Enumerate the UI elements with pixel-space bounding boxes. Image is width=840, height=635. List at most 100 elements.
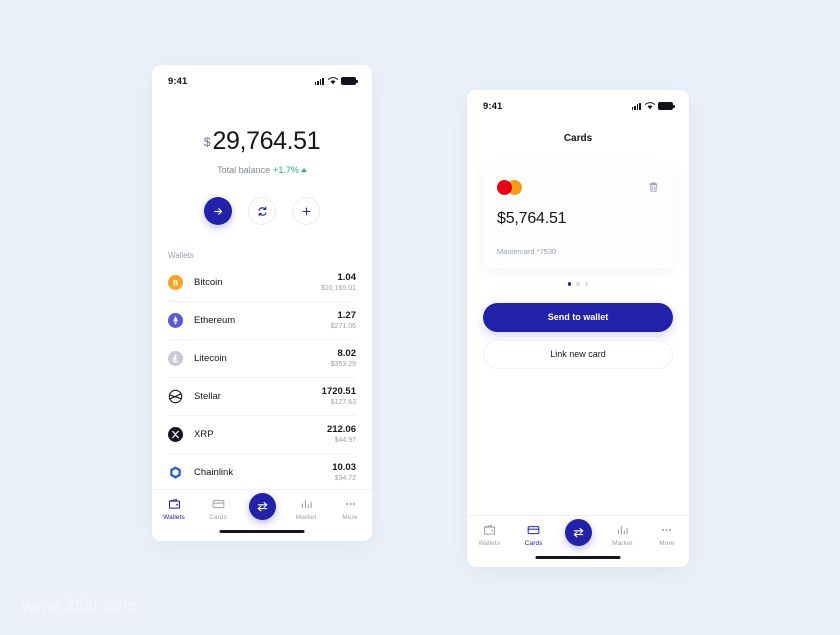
tab-label: Cards [209,514,227,521]
tab-exchange-fab[interactable] [240,493,284,520]
coin-usd-value: $10,165.01 [320,284,356,292]
tab-label: Market [295,514,317,521]
exchange-icon [248,493,276,520]
coin-values: 8.02 $353.29 [331,348,356,370]
wallet-row[interactable]: Stellar 1720.51 $127.63 [168,378,356,416]
tab-cards[interactable]: Cards [196,497,240,521]
coin-amount: 10.03 [332,461,356,473]
card-balance: $5,764.51 [497,210,567,227]
site-watermark: www.25xt.com [22,596,138,615]
wallet-row[interactable]: B Bitcoin 1.04 $10,165.01 [168,264,356,302]
wallet-row[interactable]: Ethereum 1.27 $271.06 [168,302,356,340]
tab-wallets[interactable]: Wallets [467,523,511,547]
exchange-icon [564,519,592,546]
total-balance-block: $ 29,764.51 Total balance +1.7% [152,91,372,176]
send-button[interactable] [204,197,232,225]
battery-full-icon [341,77,358,85]
tab-cards[interactable]: Cards [511,523,555,547]
arrow-right-icon [213,207,222,215]
tab-market[interactable]: Market [600,523,644,547]
coin-usd-value: $127.63 [330,398,356,406]
pagination-dot[interactable] [584,282,589,286]
wallets-section-label: Wallets [168,251,194,260]
currency-symbol: $ [203,135,211,149]
ellipsis-icon [344,497,357,510]
quick-actions [152,197,372,225]
exchange-button[interactable] [248,197,276,225]
litecoin-icon [168,351,183,366]
tab-more[interactable]: More [645,523,689,547]
plus-icon [302,207,310,215]
wallet-row[interactable]: XRP 212.06 $44.97 [168,416,356,454]
status-time: 9:41 [168,75,188,87]
pagination-dot[interactable] [567,282,572,286]
coin-name: Bitcoin [194,277,223,288]
mastercard-icon [497,180,522,195]
coin-amount: 8.02 [337,347,357,359]
wallet-icon [168,497,181,510]
wallet-icon [483,523,496,536]
coin-usd-value: $271.06 [330,322,356,330]
status-indicators [631,102,675,110]
home-indicator [535,555,621,559]
balance-subtitle: Total balance +1.7% [152,165,372,175]
card-icon [212,497,225,510]
coin-usd-value: $353.29 [330,360,356,368]
carousel-pagination[interactable] [467,282,689,286]
coin-usd-value: $34.72 [334,474,356,482]
coin-name: Ethereum [194,315,236,326]
xrp-icon [168,427,183,442]
coin-name: Litecoin [194,353,227,364]
balance-amount: 29,764.51 [212,127,321,155]
coin-values: 1.04 $10,165.01 [321,272,356,294]
coin-amount: 212.06 [326,423,356,435]
coin-values: 1.27 $271.06 [331,310,356,332]
card-actions: Send to wallet Link new card [467,302,689,369]
balance-line: $ 29,764.51 [152,129,372,154]
refresh-icon [257,206,267,216]
status-indicators [314,77,358,85]
wifi-icon [327,77,338,85]
cellular-bars-icon [314,77,324,85]
add-button[interactable] [292,197,320,225]
tab-label: Cards [524,540,543,547]
tab-wallets[interactable]: Wallets [152,497,196,521]
coin-amount: 1720.51 [321,385,356,397]
stellar-icon [168,389,183,404]
link-new-card-button[interactable]: Link new card [483,339,673,369]
tab-label: Wallets [478,540,501,547]
coin-values: 212.06 $44.97 [327,424,356,446]
tab-label: Wallets [163,514,185,521]
coin-values: 10.03 $34.72 [332,462,356,484]
pagination-dot[interactable] [576,282,580,286]
coin-usd-value: $44.97 [334,436,356,444]
wallet-row[interactable]: Chainlink 10.03 $34.72 [168,454,356,491]
chainlink-icon [168,465,183,480]
bottom-tab-bar: Wallets Cards Market More [152,489,372,541]
tab-label: Market [612,540,633,547]
coin-amount: 1.27 [337,309,357,321]
ethereum-icon [168,313,183,328]
phone-screen-wallets: 9:41 $ 29,764.51 Total balance +1.7% Wall… [152,65,372,541]
bitcoin-icon: B [168,275,183,290]
coin-name: Stellar [194,391,221,402]
home-indicator [219,529,305,533]
balance-change: +1.7% [273,165,299,175]
tab-more[interactable]: More [328,497,372,521]
wallet-list: B Bitcoin 1.04 $10,165.01 Ethereum 1.27 … [152,264,372,491]
tab-market[interactable]: Market [284,497,328,521]
bottom-tab-bar: Wallets Cards Market More [467,515,689,567]
caret-up-icon [300,168,307,172]
wallet-row[interactable]: Litecoin 8.02 $353.29 [168,340,356,378]
send-to-wallet-button[interactable]: Send to wallet [483,302,673,332]
svg-text:B: B [173,279,179,288]
bar-chart-icon [300,497,313,510]
balance-label: Total balance [217,165,271,175]
cellular-bars-icon [631,102,641,110]
trash-icon[interactable] [648,180,659,198]
card-icon [527,523,540,536]
card-number-label: Mastercard *7530 [497,247,557,256]
tab-exchange-fab[interactable] [556,519,600,546]
card-tile[interactable]: $5,764.51 Mastercard *7530 [483,166,673,268]
coin-name: XRP [194,429,214,440]
